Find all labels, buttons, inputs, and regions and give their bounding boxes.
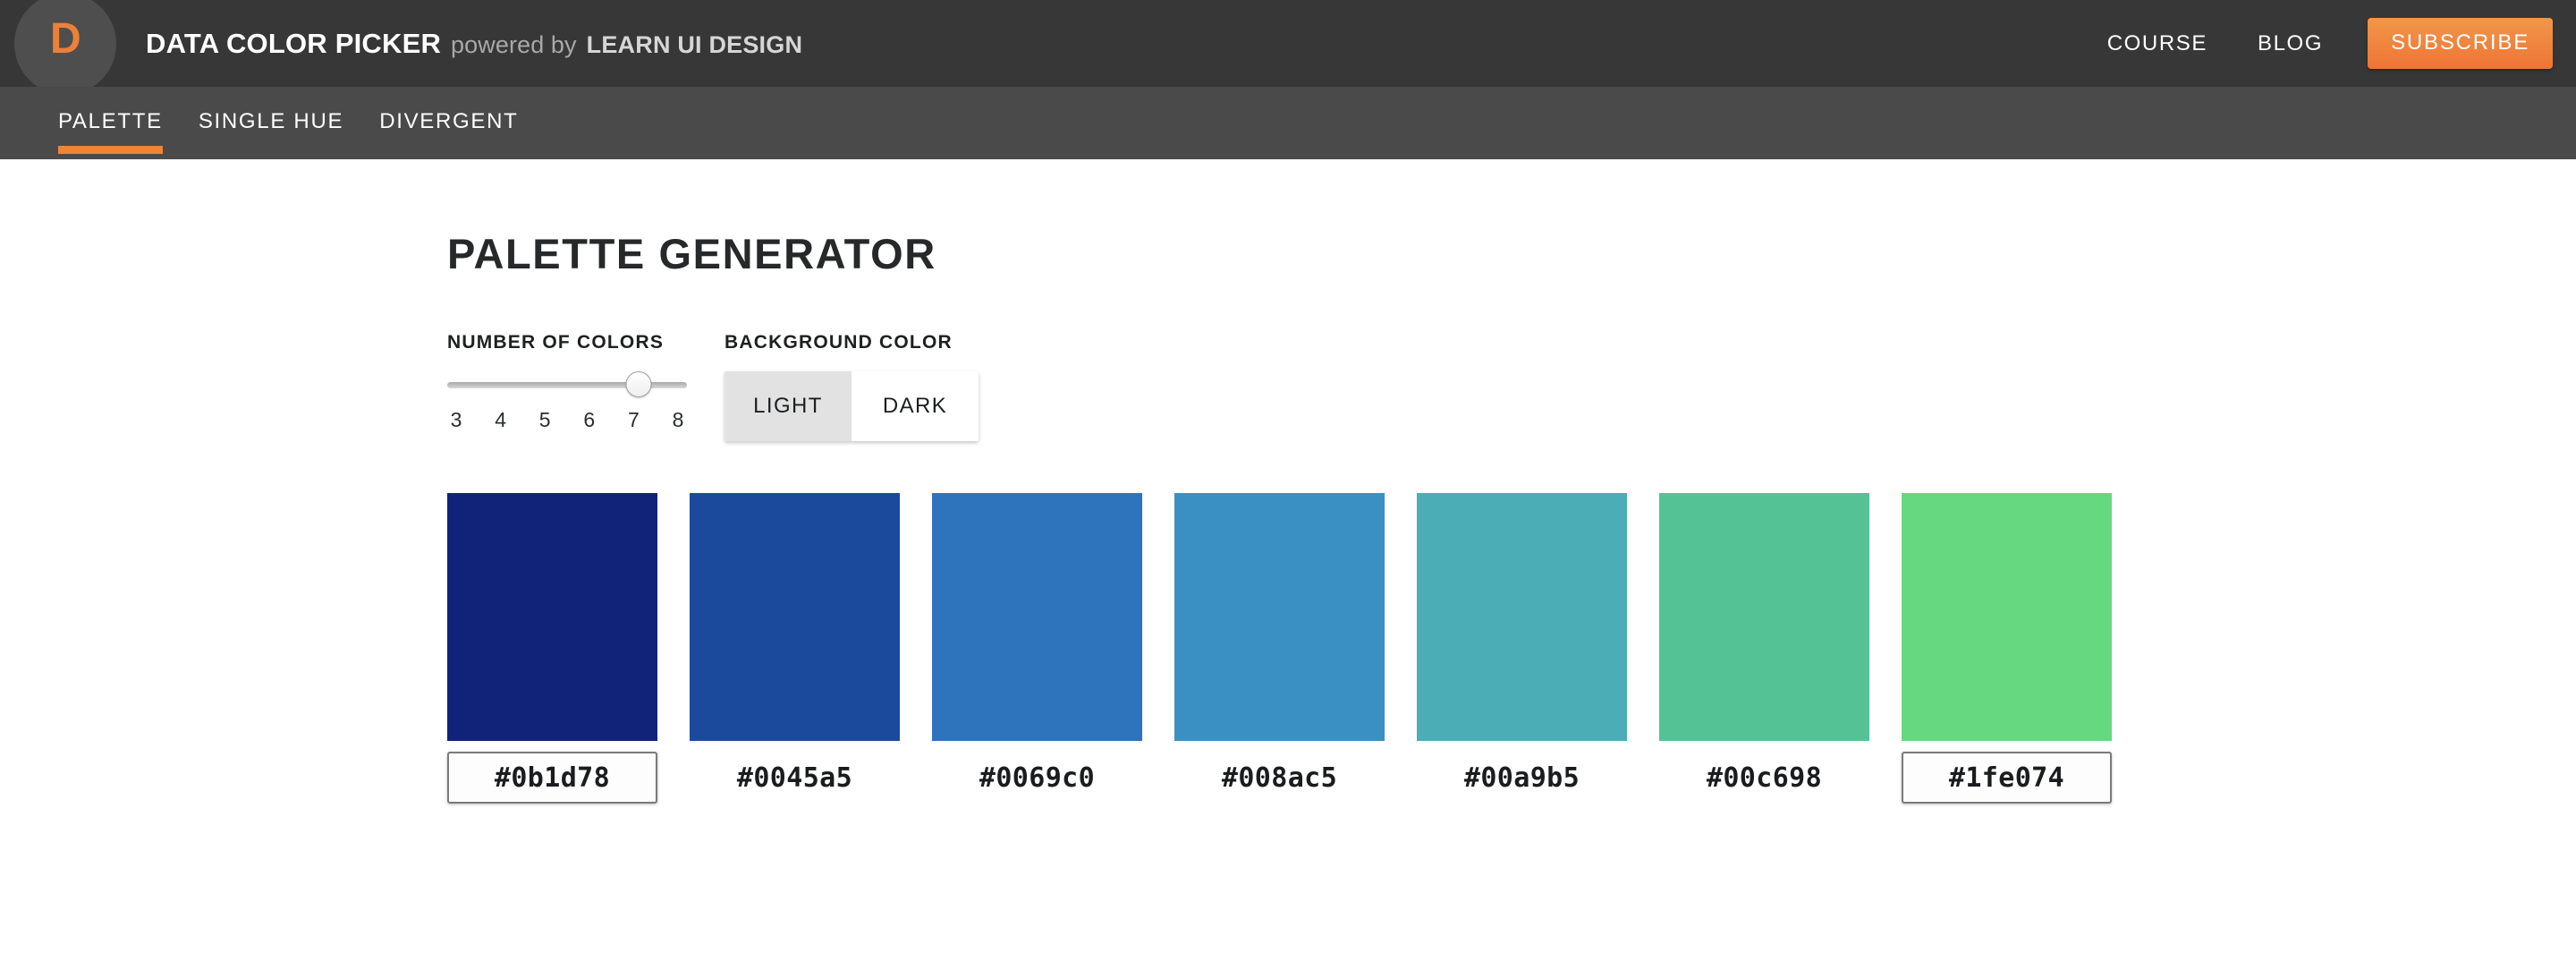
hex-value-input[interactable]: #008ac5 bbox=[1174, 752, 1385, 804]
palette-swatch-item: #1fe074 bbox=[1902, 493, 2112, 804]
tab-palette[interactable]: PALETTE bbox=[58, 87, 163, 154]
tab-active-underline bbox=[58, 146, 163, 154]
color-swatch[interactable] bbox=[447, 493, 657, 741]
color-swatch[interactable] bbox=[1902, 493, 2112, 741]
nav-link-course[interactable]: COURSE bbox=[2082, 31, 2233, 56]
background-color-toggle: LIGHT DARK bbox=[724, 371, 979, 441]
color-swatch[interactable] bbox=[690, 493, 900, 741]
slider-tick-6: 6 bbox=[583, 408, 596, 431]
controls-row: NUMBER OF COLORS 3 4 5 6 7 8 BACKGROUND … bbox=[447, 332, 2576, 441]
slider-tick-8: 8 bbox=[672, 408, 684, 431]
number-of-colors-control: NUMBER OF COLORS 3 4 5 6 7 8 bbox=[447, 332, 687, 432]
logo-letter-d: D bbox=[50, 15, 81, 63]
background-light-button[interactable]: LIGHT bbox=[724, 371, 852, 441]
slider-track-wrap[interactable] bbox=[447, 371, 687, 398]
slider-tick-labels: 3 4 5 6 7 8 bbox=[447, 408, 687, 432]
brand-main-text: DATA COLOR PICKER bbox=[146, 27, 442, 59]
site-logo[interactable]: D bbox=[0, 0, 116, 95]
palette-swatch-row: #0b1d78 #0045a5 #0069c0 #008ac5 #00a9b5 #00c6… bbox=[447, 493, 2576, 804]
top-header-bar: D DATA COLOR PICKER powered by LEARN UI … bbox=[0, 0, 2576, 95]
color-swatch[interactable] bbox=[1174, 493, 1385, 741]
sub-navigation-bar: PALETTE SINGLE HUE DIVERGENT bbox=[0, 87, 2576, 159]
hex-value-input[interactable]: #00a9b5 bbox=[1417, 752, 1627, 804]
slider-tick-5: 5 bbox=[538, 408, 551, 431]
slider-tick-7: 7 bbox=[627, 408, 640, 431]
tab-divergent[interactable]: DIVERGENT bbox=[379, 87, 518, 134]
tab-divergent-label: DIVERGENT bbox=[379, 109, 519, 133]
brand-author-text: LEARN UI DESIGN bbox=[586, 30, 803, 58]
slider-tick-4: 4 bbox=[495, 408, 506, 431]
number-of-colors-slider[interactable]: 3 4 5 6 7 8 bbox=[447, 371, 687, 432]
color-swatch[interactable] bbox=[1417, 493, 1627, 741]
slider-tick-3: 3 bbox=[450, 408, 462, 431]
palette-swatch-item: #0069c0 bbox=[932, 493, 1142, 804]
main-content: PALETTE GENERATOR NUMBER OF COLORS 3 4 5… bbox=[0, 159, 2576, 970]
hex-value-input[interactable]: #0069c0 bbox=[932, 752, 1142, 804]
palette-swatch-item: #00a9b5 bbox=[1417, 493, 1627, 804]
number-of-colors-label: NUMBER OF COLORS bbox=[447, 332, 665, 353]
hex-value-input[interactable]: #1fe074 bbox=[1902, 752, 2112, 804]
hex-value-input[interactable]: #00c698 bbox=[1659, 752, 1869, 804]
subscribe-button[interactable]: SUBSCRIBE bbox=[2368, 18, 2553, 69]
hex-value-input[interactable]: #0b1d78 bbox=[447, 752, 657, 804]
background-dark-button[interactable]: DARK bbox=[852, 371, 979, 441]
background-color-label: BACKGROUND COLOR bbox=[724, 332, 953, 353]
background-color-control: BACKGROUND COLOR LIGHT DARK bbox=[724, 332, 979, 441]
palette-swatch-item: #0045a5 bbox=[690, 493, 900, 804]
slider-thumb[interactable] bbox=[625, 371, 652, 397]
brand-powered-text: powered by bbox=[451, 30, 577, 58]
palette-swatch-item: #00c698 bbox=[1659, 493, 1869, 804]
brand-title: DATA COLOR PICKER powered by LEARN UI DE… bbox=[146, 28, 802, 60]
hex-value-input[interactable]: #0045a5 bbox=[690, 752, 900, 804]
nav-link-blog[interactable]: BLOG bbox=[2233, 31, 2348, 56]
top-navigation: COURSE BLOG SUBSCRIBE bbox=[2082, 18, 2576, 69]
tab-palette-label: PALETTE bbox=[58, 109, 163, 133]
tab-single-hue-label: SINGLE HUE bbox=[198, 109, 344, 133]
page-title: PALETTE GENERATOR bbox=[447, 230, 936, 277]
tab-single-hue[interactable]: SINGLE HUE bbox=[199, 87, 343, 134]
palette-swatch-item: #0b1d78 bbox=[447, 493, 657, 804]
palette-swatch-item: #008ac5 bbox=[1174, 493, 1385, 804]
color-swatch[interactable] bbox=[1659, 493, 1869, 741]
color-swatch[interactable] bbox=[932, 493, 1142, 741]
